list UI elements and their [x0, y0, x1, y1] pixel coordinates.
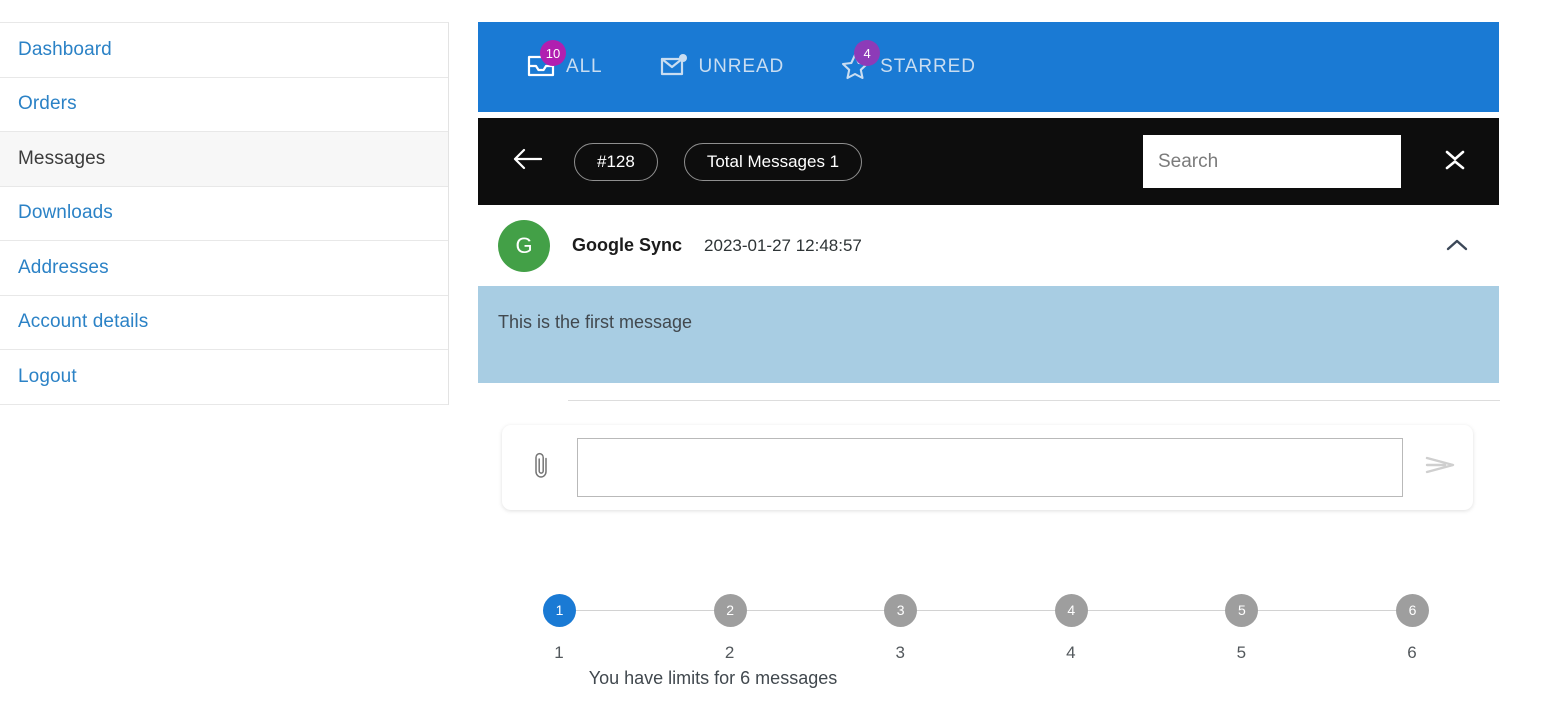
- mailbox-tabbar: 10 ALL UNREAD 4 STARRED: [478, 22, 1499, 112]
- avatar: G: [498, 219, 550, 272]
- collapse-all-button[interactable]: [1439, 146, 1471, 178]
- tab-label: STARRED: [880, 56, 976, 77]
- step-label-6: 6: [1407, 643, 1417, 662]
- message-limit-text: You have limits for 6 messages: [588, 668, 838, 688]
- envelope-unread-icon: [659, 52, 689, 82]
- sidebar-item-label: Addresses: [18, 256, 109, 278]
- message-input[interactable]: [577, 438, 1403, 497]
- step-dot-3[interactable]: 3: [884, 593, 918, 627]
- step-connector: [917, 609, 1055, 611]
- total-messages-pill[interactable]: Total Messages 1: [683, 142, 863, 181]
- sidebar-item-messages[interactable]: Messages: [0, 132, 448, 187]
- step-dot-6[interactable]: 6: [1395, 593, 1429, 627]
- step-dot-2[interactable]: 2: [713, 593, 747, 627]
- step-connector: [746, 609, 885, 611]
- message-header: G Google Sync 2023-01-27 12:48:57: [478, 205, 1499, 286]
- compose-card: [502, 425, 1473, 510]
- page-root: Dashboard Orders Messages Downloads Addresse…: [0, 0, 1566, 726]
- sidebar-item-downloads[interactable]: Downloads: [0, 187, 448, 241]
- sidebar-item-label: Account details: [18, 311, 149, 333]
- compose-divider: [568, 400, 1500, 401]
- sidebar-item-label: Orders: [18, 93, 77, 115]
- step-connector: [576, 609, 714, 611]
- conversation-toolbar: #128 Total Messages 1: [478, 118, 1499, 205]
- step-label-1: 1: [554, 643, 564, 662]
- back-button[interactable]: [508, 143, 546, 181]
- message-collapse-button[interactable]: [1443, 233, 1471, 261]
- sidebar-item-logout[interactable]: Logout: [0, 350, 448, 405]
- paperclip-icon: [528, 450, 554, 485]
- tab-badge: 10: [540, 40, 566, 66]
- message-body: This is the first message: [478, 286, 1499, 383]
- tab-label: UNREAD: [698, 56, 785, 77]
- attach-file-button[interactable]: [526, 450, 556, 485]
- step-label-2: 2: [724, 643, 735, 662]
- sidebar-item-account-details[interactable]: Account details: [0, 296, 448, 350]
- sidebar-item-dashboard[interactable]: Dashboard: [0, 23, 448, 78]
- send-icon: [1423, 450, 1457, 485]
- tab-starred[interactable]: 4 STARRED: [840, 40, 976, 82]
- collapse-chevrons-icon: [1442, 146, 1468, 179]
- step-label-5: 5: [1236, 643, 1247, 662]
- send-button[interactable]: [1421, 449, 1459, 487]
- step-label-4: 4: [1066, 643, 1076, 662]
- message-limit-stepper-labels: 1 2 3 4 5 6: [543, 643, 1429, 667]
- search-input[interactable]: [1143, 135, 1401, 188]
- step-dot-4[interactable]: 4: [1054, 593, 1088, 627]
- tab-label: ALL: [566, 56, 603, 77]
- sidebar-item-label: Dashboard: [18, 38, 112, 60]
- tab-badge: 4: [854, 40, 881, 66]
- arrow-left-icon: [512, 147, 543, 176]
- step-connector: [1087, 609, 1226, 611]
- sidebar-item-label: Messages: [18, 147, 106, 169]
- tab-unread[interactable]: UNREAD: [659, 52, 785, 82]
- message-timestamp: 2023-01-27 12:48:57: [704, 235, 862, 255]
- step-connector: [1258, 609, 1396, 611]
- chevron-up-icon: [1445, 237, 1469, 258]
- message-sender: Google Sync: [572, 235, 683, 255]
- tab-all[interactable]: 10 ALL: [526, 40, 603, 82]
- sidebar-item-addresses[interactable]: Addresses: [0, 241, 448, 296]
- message-limit-stepper: 1 2 3 4 5 6: [543, 592, 1429, 628]
- ticket-id-pill[interactable]: #128: [574, 142, 658, 181]
- sidebar-item-label: Downloads: [18, 202, 113, 224]
- sidebar-item-label: Logout: [18, 365, 77, 387]
- step-dot-5[interactable]: 5: [1225, 593, 1259, 627]
- step-label-3: 3: [895, 643, 905, 662]
- step-dot-1[interactable]: 1: [543, 593, 576, 627]
- sidebar-item-orders[interactable]: Orders: [0, 78, 448, 132]
- account-sidebar: Dashboard Orders Messages Downloads Addresse…: [0, 22, 449, 405]
